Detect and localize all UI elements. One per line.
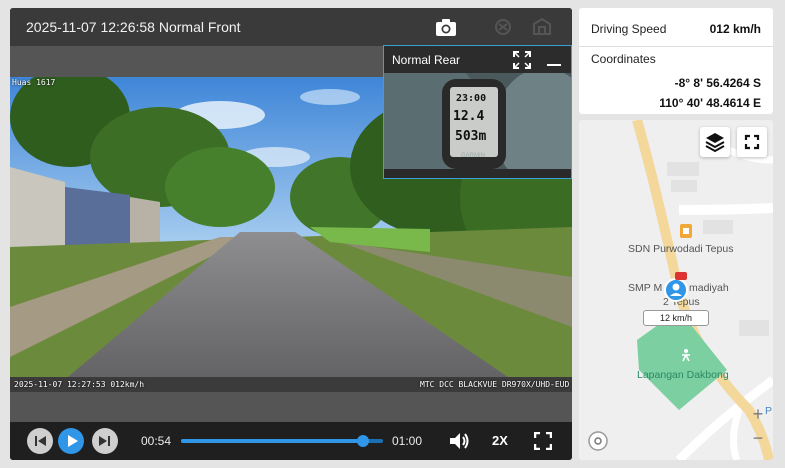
volume-icon[interactable] — [448, 431, 470, 456]
prev-frame-button[interactable] — [27, 428, 53, 454]
rear-title: Normal Rear — [392, 53, 461, 67]
minimize-icon[interactable] — [547, 64, 561, 66]
map-fullscreen-button[interactable] — [737, 127, 767, 157]
rear-header: Normal Rear — [384, 46, 571, 73]
video-letterbox-bottom — [10, 392, 572, 422]
current-time: 00:54 — [141, 434, 172, 448]
video-panel: 2025-11-07 12:26:58 Normal Front Huas 16… — [10, 8, 572, 460]
zoom-controls: + − — [747, 402, 769, 452]
rear-video-frame: 23:00 12.4 503m GARMIN — [384, 73, 571, 178]
fullscreen-icon[interactable] — [533, 431, 553, 455]
progress-handle[interactable] — [356, 435, 369, 447]
recording-marker-icon — [675, 272, 687, 280]
gauge-distance: 503m — [455, 129, 487, 144]
camera-icon[interactable] — [434, 16, 458, 38]
info-divider — [579, 46, 773, 47]
progress-bar[interactable] — [181, 435, 383, 447]
vehicle-position-icon[interactable] — [664, 278, 688, 307]
info-card: Driving Speed 012 km/h Coordinates -8° 8… — [579, 8, 773, 114]
speed-label: Driving Speed — [591, 22, 667, 36]
speed-bubble: 12 km/h — [643, 310, 709, 326]
rear-camera-inset[interactable]: Normal Rear 23:00 12.4 503m GARMIN — [383, 45, 572, 179]
speed-value: 012 km/h — [709, 22, 761, 36]
video-title: 2025-11-07 12:26:58 Normal Front — [26, 19, 241, 35]
latitude-value: -8° 8' 56.4264 S — [674, 76, 761, 90]
park-icon — [679, 348, 693, 367]
map-label-sdn: SDN Purwodadi Tepus — [628, 243, 734, 255]
rotate-disabled-icon — [530, 16, 554, 38]
osd-device: MTC DCC BLACKVUE DR970X/UHD-EUD — [420, 380, 570, 389]
map-view[interactable]: SDN Purwodadi Tepus SMP M madiyah 2 Tepu… — [579, 120, 773, 460]
zoom-out-button[interactable]: − — [747, 426, 769, 450]
playback-controls: 00:54 01:00 2X — [10, 422, 572, 460]
layers-button[interactable] — [700, 127, 730, 157]
next-frame-button[interactable] — [92, 428, 118, 454]
screenshot-disabled-icon — [491, 16, 515, 38]
gauge-brand: GARMIN — [461, 153, 485, 159]
playback-speed-button[interactable]: 2X — [492, 433, 508, 448]
play-button[interactable] — [58, 428, 84, 454]
zoom-in-button[interactable]: + — [747, 402, 769, 426]
map-label-smp-a: SMP M — [628, 282, 663, 294]
gauge-time: 23:00 — [456, 93, 487, 104]
coordinates-label: Coordinates — [591, 52, 656, 66]
school-icon — [680, 224, 692, 243]
longitude-value: 110° 40' 48.4614 E — [659, 96, 761, 110]
map-label-smp-b: madiyah — [689, 282, 729, 294]
progress-fill — [181, 439, 363, 443]
osd-top-label: Huas 1617 — [12, 78, 56, 87]
map-label-field: Lapangan Dakbong — [637, 369, 729, 381]
video-header: 2025-11-07 12:26:58 Normal Front — [10, 8, 572, 46]
expand-icon[interactable] — [513, 51, 531, 74]
gauge-speed: 12.4 — [453, 109, 485, 124]
osd-timestamp: 2025-11-07 12:27:53 012km/h — [14, 380, 145, 389]
compass-icon[interactable] — [587, 430, 609, 457]
total-time: 01:00 — [392, 434, 423, 448]
dashcam-viewer: 2025-11-07 12:26:58 Normal Front Huas 16… — [0, 0, 785, 468]
